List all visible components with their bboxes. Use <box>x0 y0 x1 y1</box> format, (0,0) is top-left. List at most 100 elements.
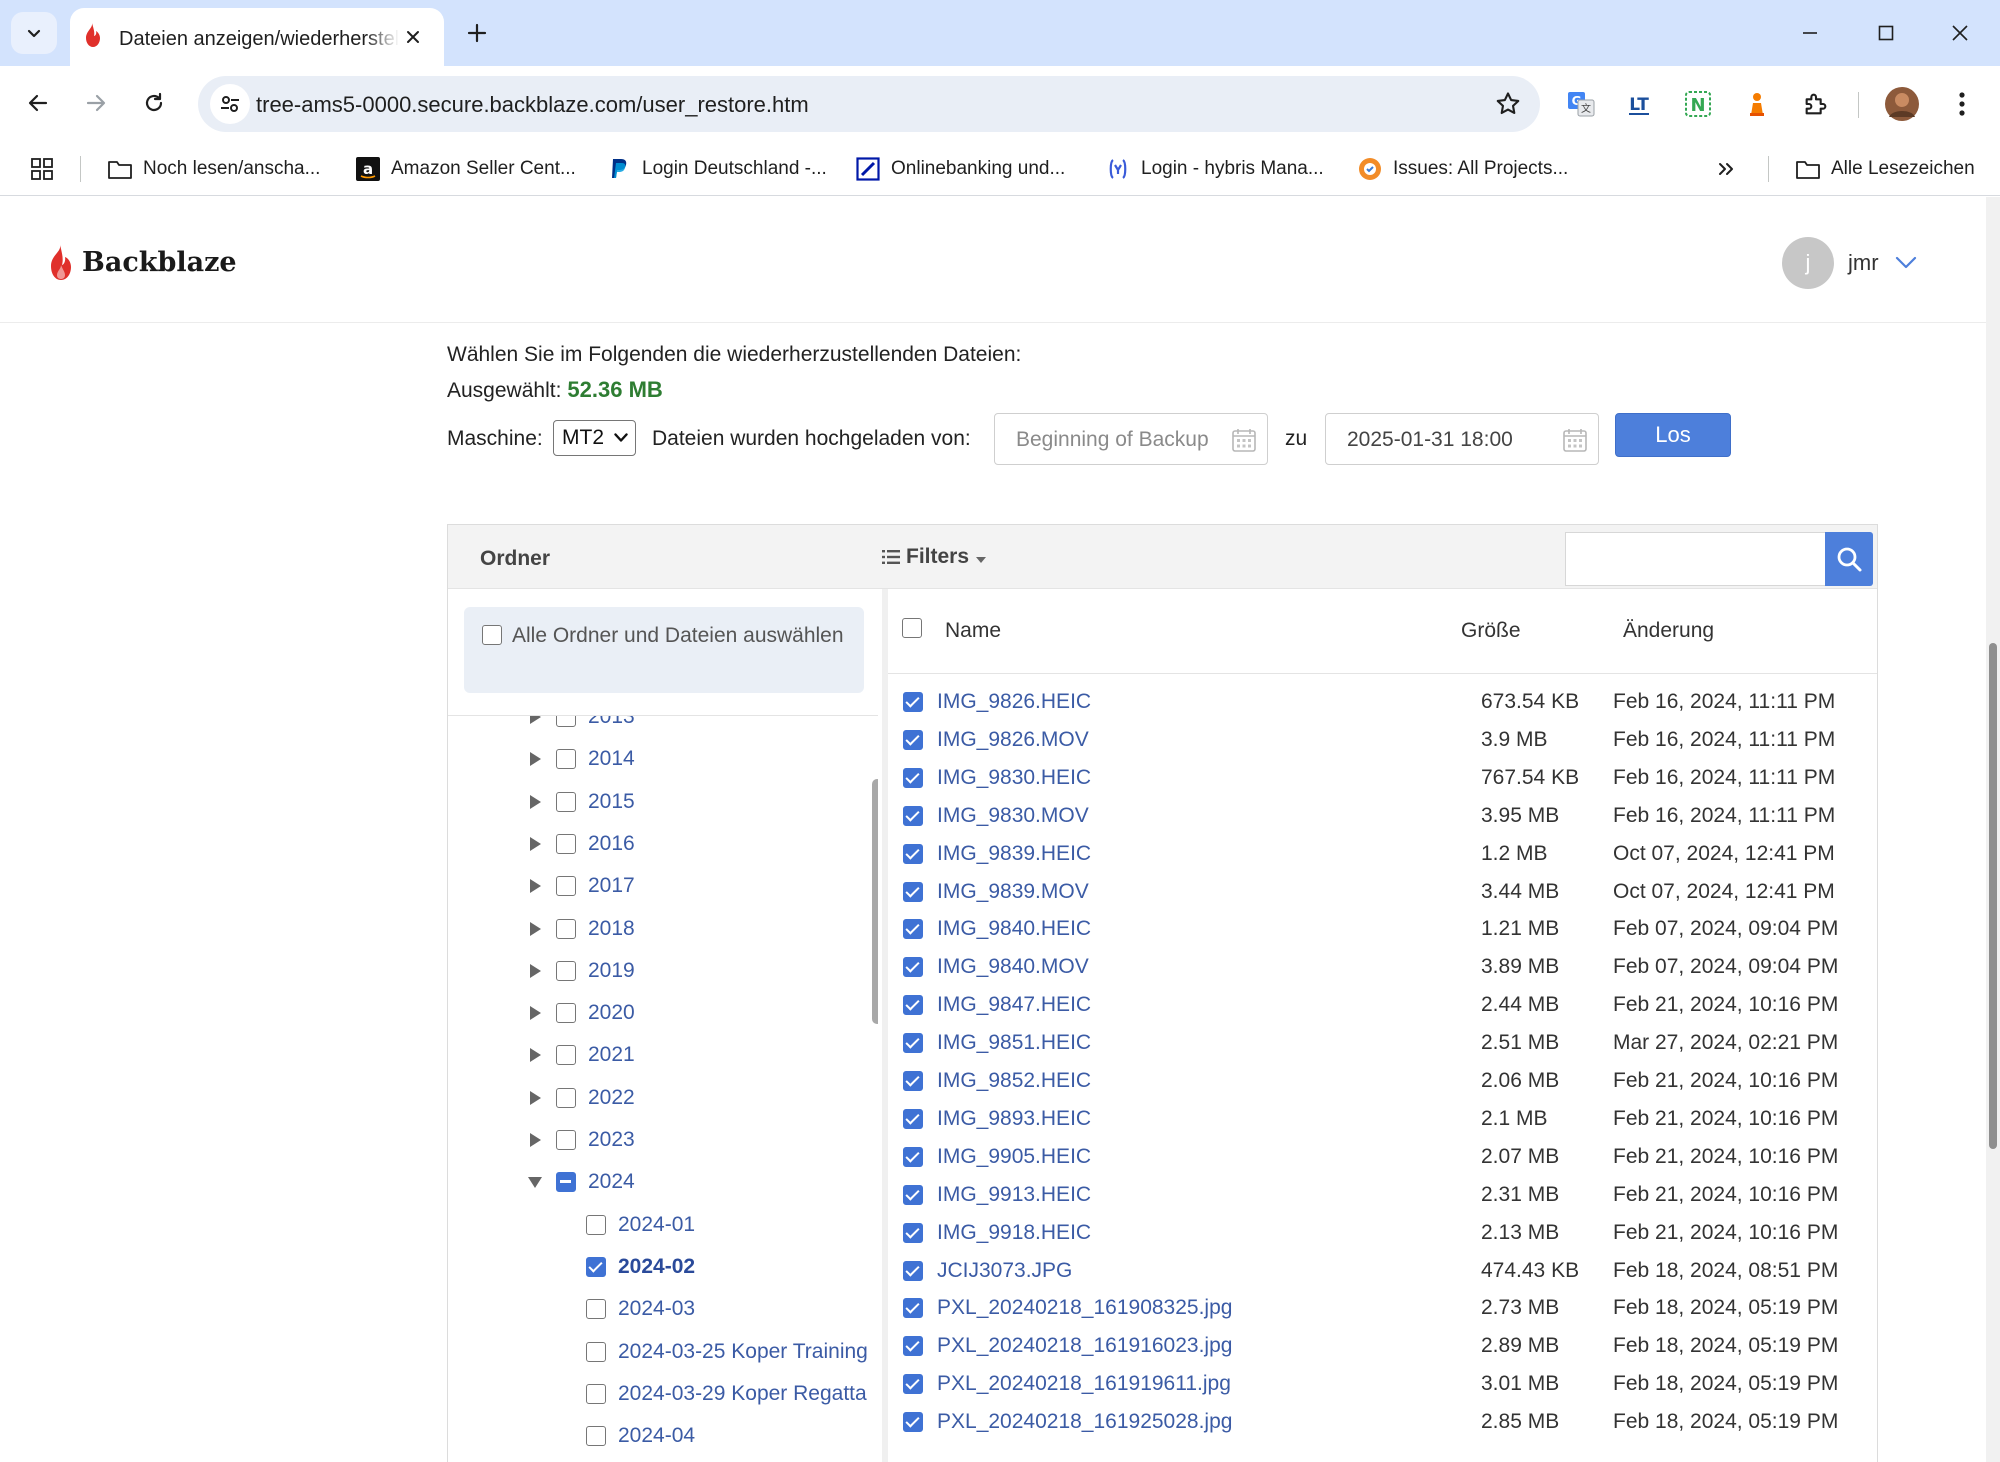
triangle-right-icon[interactable] <box>524 960 546 982</box>
file-checkbox[interactable] <box>903 692 923 712</box>
tree-item[interactable]: 2023 <box>524 1124 635 1156</box>
tree-item-checkbox[interactable] <box>586 1214 606 1235</box>
bookmark-item[interactable]: Onlinebanking und... <box>855 152 1065 186</box>
file-checkbox[interactable] <box>903 1374 923 1395</box>
tree-scrollbar-thumb[interactable] <box>872 779 878 1024</box>
file-checkbox[interactable] <box>903 919 923 940</box>
browser-menu-button[interactable] <box>1942 84 1982 124</box>
file-name-link[interactable]: IMG_9839.MOV <box>937 880 1089 904</box>
tree-item-label[interactable]: 2013 <box>588 716 635 729</box>
tree-item-checkbox[interactable] <box>586 1299 606 1320</box>
tree-item[interactable]: 2018 <box>524 913 635 945</box>
file-name-link[interactable]: IMG_9839.HEIC <box>937 842 1091 866</box>
file-name-link[interactable]: PXL_20240218_161916023.jpg <box>937 1334 1232 1358</box>
user-menu[interactable]: j jmr <box>1782 237 1917 289</box>
column-size[interactable]: Größe <box>1461 619 1521 643</box>
address-bar[interactable]: tree-ams5-0000.secure.backblaze.com/user… <box>198 76 1540 132</box>
file-name-link[interactable]: IMG_9830.HEIC <box>937 766 1091 790</box>
extension-translate[interactable]: G文 <box>1561 84 1601 124</box>
file-row[interactable]: PXL_20240218_161919611.jpg 3.01 MB Feb 18,… <box>888 1364 1877 1402</box>
tree-item-checkbox[interactable] <box>556 749 576 770</box>
tree-item[interactable]: 2022 <box>524 1082 635 1114</box>
triangle-right-icon[interactable] <box>524 875 546 897</box>
file-name-link[interactable]: IMG_9918.HEIC <box>937 1221 1091 1245</box>
tree-item-checkbox[interactable] <box>586 1383 606 1404</box>
file-name-link[interactable]: IMG_9847.HEIC <box>937 993 1091 1017</box>
tree-item-checkbox[interactable] <box>556 960 576 981</box>
tree-item-label[interactable]: 2024-02 <box>618 1255 695 1279</box>
file-checkbox[interactable] <box>903 957 923 978</box>
file-row[interactable]: IMG_9826.HEIC 673.54 KB Feb 16, 2024, 11:1… <box>888 682 1877 720</box>
file-name-link[interactable]: IMG_9905.HEIC <box>937 1145 1091 1169</box>
tree-item-label[interactable]: 2015 <box>588 790 635 814</box>
tree-item-label[interactable]: 2017 <box>588 874 635 898</box>
file-row[interactable]: IMG_9852.HEIC 2.06 MB Feb 21, 2024, 10:16 … <box>888 1061 1877 1099</box>
file-name-link[interactable]: IMG_9913.HEIC <box>937 1183 1091 1207</box>
tree-item-checkbox[interactable] <box>556 1130 576 1150</box>
file-row[interactable]: JCIJ3073.JPG 474.43 KB Feb 18, 2024, 08:51… <box>888 1251 1877 1289</box>
select-all-files-checkbox[interactable] <box>902 618 922 638</box>
page-scrollbar-thumb[interactable] <box>1989 643 1997 1149</box>
file-row[interactable]: IMG_9840.HEIC 1.21 MB Feb 07, 2024, 09:04 … <box>888 909 1877 947</box>
file-row[interactable]: IMG_9840.MOV 3.89 MB Feb 07, 2024, 09:04 P… <box>888 947 1877 985</box>
file-checkbox[interactable] <box>903 995 923 1016</box>
profile-button[interactable] <box>1882 84 1922 124</box>
file-checkbox[interactable] <box>903 1108 923 1129</box>
new-tab-button[interactable] <box>462 18 492 48</box>
bookmark-item[interactable]: a Amazon Seller Cent... <box>355 152 576 186</box>
file-name-link[interactable]: IMG_9893.HEIC <box>937 1107 1091 1131</box>
tree-item-label[interactable]: 2020 <box>588 1001 635 1025</box>
file-row[interactable]: IMG_9826.MOV 3.9 MB Feb 16, 2024, 11:11 PM <box>888 720 1877 758</box>
file-row[interactable]: PXL_20240218_161916023.jpg 2.89 MB Feb 18,… <box>888 1326 1877 1364</box>
tree-item-checkbox[interactable] <box>556 1172 576 1193</box>
tree-item[interactable]: 2024-01 <box>586 1209 695 1241</box>
tree-item-label[interactable]: 2024-03 <box>618 1297 695 1321</box>
all-bookmarks-button[interactable]: Alle Lesezeichen <box>1795 152 1975 186</box>
file-checkbox[interactable] <box>903 1071 923 1091</box>
tree-item[interactable]: 2024-03-29 Koper Regatta <box>586 1378 867 1410</box>
tree-item[interactable]: 2021 <box>524 1039 635 1071</box>
tree-item-label[interactable]: 2016 <box>588 832 635 856</box>
tree-item-checkbox[interactable] <box>556 1087 576 1108</box>
file-row[interactable]: IMG_9830.HEIC 767.54 KB Feb 16, 2024, 11:1… <box>888 758 1877 796</box>
tree-item-checkbox[interactable] <box>556 833 576 854</box>
backblaze-logo[interactable]: Backblaze <box>48 243 237 281</box>
minimize-button[interactable] <box>1788 14 1832 52</box>
tree-item[interactable]: 2024 <box>524 1166 635 1198</box>
extension-orange[interactable] <box>1737 84 1777 124</box>
tree-item-checkbox[interactable] <box>586 1426 606 1447</box>
tree-item-label[interactable]: 2024-01 <box>618 1213 695 1237</box>
triangle-right-icon[interactable] <box>524 1044 546 1066</box>
bookmark-item[interactable]: Issues: All Projects... <box>1357 152 1568 186</box>
go-button[interactable]: Los <box>1615 413 1731 457</box>
file-name-link[interactable]: IMG_9826.HEIC <box>937 690 1091 714</box>
search-button[interactable] <box>1825 532 1873 586</box>
file-checkbox[interactable] <box>903 767 923 788</box>
select-all-option[interactable]: Alle Ordner und Dateien auswählen <box>464 607 864 693</box>
tree-item-checkbox[interactable] <box>586 1341 606 1362</box>
column-name[interactable]: Name <box>945 619 1001 643</box>
file-name-link[interactable]: IMG_9826.MOV <box>937 728 1089 752</box>
tree-item[interactable]: 2017 <box>524 870 635 902</box>
file-name-link[interactable]: IMG_9830.MOV <box>937 804 1089 828</box>
file-row[interactable]: IMG_9839.HEIC 1.2 MB Oct 07, 2024, 12:41 P… <box>888 834 1877 872</box>
file-row[interactable]: IMG_9893.HEIC 2.1 MB Feb 21, 2024, 10:16 P… <box>888 1099 1877 1137</box>
triangle-right-icon[interactable] <box>524 1129 546 1151</box>
file-checkbox[interactable] <box>903 1412 923 1433</box>
tab-search-button[interactable] <box>11 12 57 54</box>
file-name-link[interactable]: PXL_20240218_161919611.jpg <box>937 1372 1231 1396</box>
file-name-link[interactable]: JCIJ3073.JPG <box>937 1259 1072 1283</box>
file-checkbox[interactable] <box>903 1033 923 1054</box>
tree-item-checkbox[interactable] <box>556 1045 576 1066</box>
file-row[interactable]: IMG_9839.MOV 3.44 MB Oct 07, 2024, 12:41 P… <box>888 872 1877 910</box>
file-checkbox[interactable] <box>903 843 923 864</box>
from-date-input[interactable]: Beginning of Backup <box>994 413 1268 465</box>
file-row[interactable]: PXL_20240218_161925028.jpg 2.85 MB Feb 18,… <box>888 1402 1877 1440</box>
tree-item[interactable]: 2019 <box>524 955 635 987</box>
triangle-right-icon[interactable] <box>524 918 546 940</box>
file-name-link[interactable]: IMG_9840.HEIC <box>937 917 1091 941</box>
tree-item-label[interactable]: 2023 <box>588 1128 635 1152</box>
bookmark-item[interactable]: Noch lesen/anscha... <box>107 152 320 186</box>
machine-select[interactable]: MT2 <box>553 420 636 456</box>
filters-button[interactable]: Filters <box>882 545 987 569</box>
